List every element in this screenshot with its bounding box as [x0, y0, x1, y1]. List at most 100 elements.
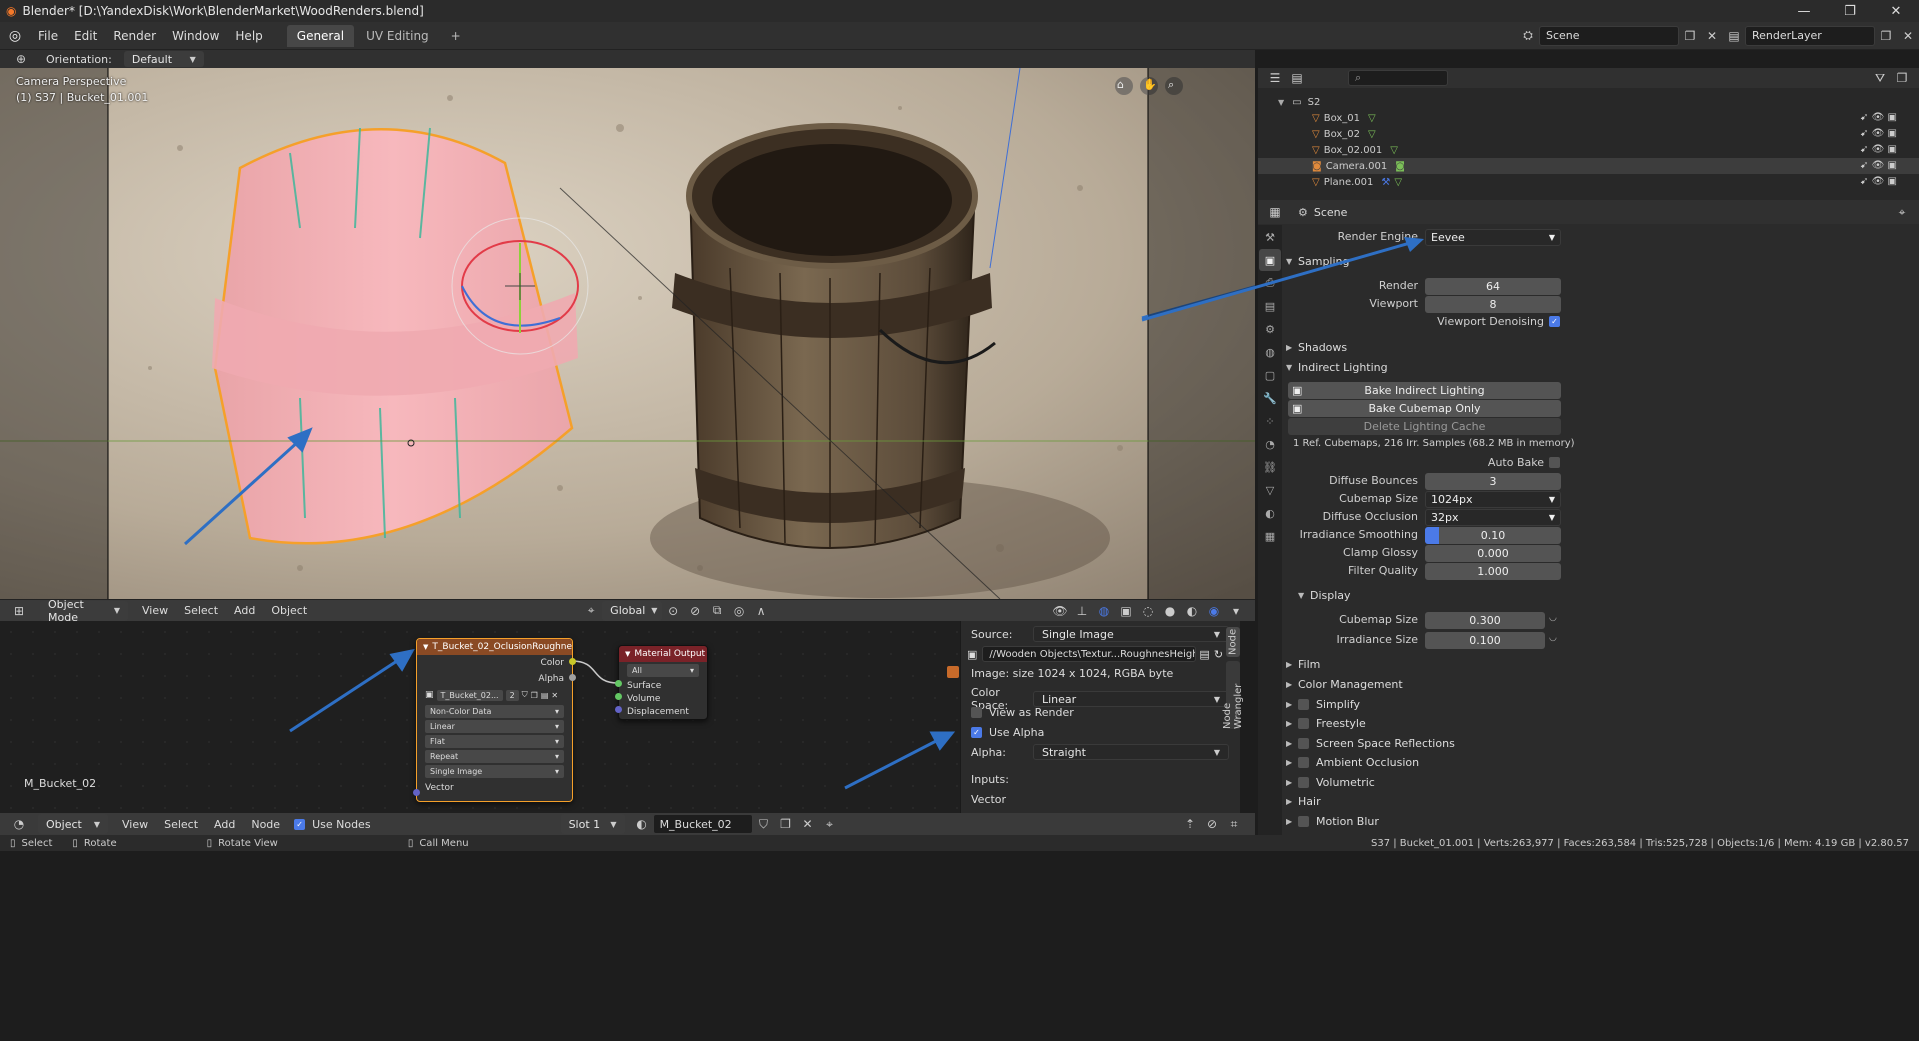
outliner-editor-type-icon[interactable]: ☰ [1264, 68, 1286, 88]
render-toggle-icon[interactable]: ▣ [1887, 144, 1896, 155]
render-toggle-icon[interactable]: ▣ [1887, 160, 1896, 171]
minimize-button[interactable]: — [1781, 4, 1827, 19]
outliner-row-object[interactable]: ◙ Camera.001 ◙ [1258, 158, 1919, 174]
visibility-toggle-icon[interactable]: 👁 [1872, 144, 1885, 155]
pivot-point-icon[interactable]: ⊙ [662, 601, 684, 621]
use-alpha-checkbox[interactable]: ✓ [971, 727, 982, 738]
interpolation-dropdown[interactable]: Linear ▾ [425, 720, 564, 733]
display-cubemap-size-field[interactable]: 0.300 [1425, 612, 1545, 629]
node-snap-icon[interactable]: ⊘ [1201, 814, 1223, 834]
display-mode-icon[interactable]: ▤ [1286, 68, 1308, 88]
output-target-dropdown[interactable]: All ▾ [627, 664, 699, 677]
volumetric-checkbox[interactable] [1298, 777, 1309, 788]
expand-arrow-icon[interactable]: ▼ [1278, 98, 1284, 107]
visibility-toggle-icon[interactable]: 👁 [1872, 112, 1885, 123]
viewport-samples-field[interactable]: 8 [1425, 296, 1561, 313]
duplicate-material-icon[interactable]: ❐ [775, 814, 797, 834]
material-slot-dropdown[interactable]: Slot 1 ▼ [560, 814, 625, 834]
tab-node-wrangler[interactable]: Node Wrangler [1222, 661, 1244, 729]
new-collection-icon[interactable]: ❐ [1891, 68, 1913, 88]
panel-simplify[interactable]: ▶ Simplify [1286, 695, 1916, 714]
material-browse-icon[interactable]: ◐ [631, 814, 653, 834]
tab-data[interactable]: ▽ [1259, 479, 1281, 501]
node-snap-options-icon[interactable]: ⌗ [1223, 814, 1245, 834]
outliner-row-object[interactable]: ▽ Box_01 ▽ [1258, 110, 1919, 126]
duplicate-image-icon[interactable]: ❐ [531, 691, 538, 700]
panel-display[interactable]: ▼ Display [1298, 586, 1919, 605]
irradiance-smoothing-slider[interactable]: 0.10 [1425, 527, 1561, 544]
diffuse-bounces-field[interactable]: 3 [1425, 473, 1561, 490]
tab-object[interactable]: ▢ [1259, 364, 1281, 386]
tab-physics[interactable]: ◔ [1259, 433, 1281, 455]
outliner[interactable]: ☰ ▤ ⌕ ⛛ ❐ ▼ ▭ S2 ▽ Box_01 ▽ ▽ Box_02 ▽ ▽… [1258, 68, 1919, 200]
panel-film[interactable]: ▶ Film [1286, 655, 1916, 674]
image-name-field[interactable]: T_Bucket_02... [436, 689, 503, 701]
browse-file-icon[interactable]: ▤ [1199, 648, 1209, 661]
unlink-image-icon[interactable]: ✕ [551, 691, 558, 700]
scene-field[interactable]: Scene [1539, 25, 1679, 46]
shading-options-icon[interactable]: ▾ [1225, 601, 1247, 621]
3d-viewport[interactable]: Camera Perspective (1) S37 | Bucket_01.0… [0, 68, 1255, 599]
ne-menu-select[interactable]: Select [156, 818, 206, 831]
panel-volumetric[interactable]: ▶ Volumetric [1286, 773, 1916, 792]
reload-file-icon[interactable]: ↻ [1214, 648, 1223, 661]
editor-type-icon[interactable]: ⊞ [8, 601, 30, 621]
bake-cubemap-button[interactable]: ▣ Bake Cubemap Only [1288, 400, 1561, 417]
tab-world[interactable]: ◍ [1259, 341, 1281, 363]
menu-help[interactable]: Help [227, 29, 270, 43]
falloff-icon[interactable]: ∧ [750, 601, 772, 621]
colorspace-dropdown[interactable]: Linear ▼ [1033, 691, 1229, 707]
material-shading-icon[interactable]: ◐ [1181, 601, 1203, 621]
view-layer-icon[interactable]: ▤ [1723, 26, 1745, 46]
open-image-icon[interactable]: ▤ [541, 691, 549, 700]
menu-edit[interactable]: Edit [66, 29, 105, 43]
view-as-render-row[interactable]: View as Render [971, 706, 1074, 719]
motion-blur-checkbox[interactable] [1298, 816, 1309, 827]
menu-window[interactable]: Window [164, 29, 227, 43]
render-toggle-icon[interactable]: ▣ [1887, 112, 1896, 123]
viewport-denoising-checkbox[interactable]: ✓ [1549, 316, 1560, 327]
select-toggle-icon[interactable]: ➹ [1860, 112, 1868, 123]
outliner-row-object[interactable]: ▽ Box_02.001 ▽ [1258, 142, 1919, 158]
image-source-dropdown[interactable]: Single Image ▾ [425, 765, 564, 778]
fake-user-material-icon[interactable]: ⛉ [753, 814, 775, 834]
panel-indirect-lighting[interactable]: ▼ Indirect Lighting [1286, 358, 1916, 377]
restrict-icons[interactable]: ➹ 👁 ▣ ➹ 👁 ▣ ➹ 👁 ▣ ➹ 👁 ▣ ➹ 👁 ▣ [1860, 110, 1897, 190]
outliner-row-object[interactable]: ▽ Box_02 ▽ [1258, 126, 1919, 142]
tab-particles[interactable]: ⁘ [1259, 410, 1281, 432]
ambient-occlusion-checkbox[interactable] [1298, 757, 1309, 768]
panel-motion-blur[interactable]: ▶ Motion Blur [1286, 812, 1916, 831]
overlay-icon[interactable]: ◍ [1093, 601, 1115, 621]
proportional-edit-icon[interactable]: ◎ [728, 601, 750, 621]
camera-view-icon[interactable]: ⌂ [1117, 78, 1124, 91]
select-toggle-icon[interactable]: ➹ [1860, 144, 1868, 155]
tab-material[interactable]: ◐ [1259, 502, 1281, 524]
render-samples-field[interactable]: 64 [1425, 278, 1561, 295]
snap-target-icon[interactable]: ⧉ [706, 601, 728, 621]
node-editor-type-icon[interactable]: ◔ [8, 814, 30, 834]
alpha-dropdown[interactable]: Straight ▼ [1033, 744, 1229, 760]
vp-menu-object[interactable]: Object [263, 604, 315, 617]
tab-modifiers[interactable]: 🔧 [1259, 387, 1281, 409]
clamp-glossy-field[interactable]: 0.000 [1425, 545, 1561, 562]
tab-texture[interactable]: ▦ [1259, 525, 1281, 547]
zoom-icon[interactable]: ⌕ [1168, 78, 1174, 92]
close-button[interactable]: ✕ [1873, 4, 1919, 19]
visibility-toggle-icon[interactable]: 👁 [1872, 176, 1885, 187]
ne-menu-view[interactable]: View [114, 818, 156, 831]
diffuse-occlusion-dropdown[interactable]: 32px ▼ [1425, 509, 1561, 526]
delete-scene-icon[interactable]: ✕ [1701, 26, 1723, 46]
tab-constraints[interactable]: ⛓ [1259, 456, 1281, 478]
render-toggle-icon[interactable]: ▣ [1887, 128, 1896, 139]
unlink-material-icon[interactable]: ✕ [797, 814, 819, 834]
filepath-field[interactable]: //Wooden Objects\Textur...RoughnesHeight… [982, 646, 1197, 662]
visibility-toggle-icon[interactable]: 👁 [1872, 128, 1885, 139]
gizmo-icon[interactable]: ⊥ [1071, 601, 1093, 621]
pan-hand-icon[interactable]: ✋ [1143, 78, 1157, 91]
add-workspace-button[interactable]: + [441, 25, 471, 47]
orientation-dropdown[interactable]: Default ▼ [123, 51, 204, 67]
select-toggle-icon[interactable]: ➹ [1860, 176, 1868, 187]
menu-render[interactable]: Render [105, 29, 164, 43]
auto-bake-checkbox[interactable] [1549, 457, 1560, 468]
snap-icon[interactable]: ⊘ [684, 601, 706, 621]
